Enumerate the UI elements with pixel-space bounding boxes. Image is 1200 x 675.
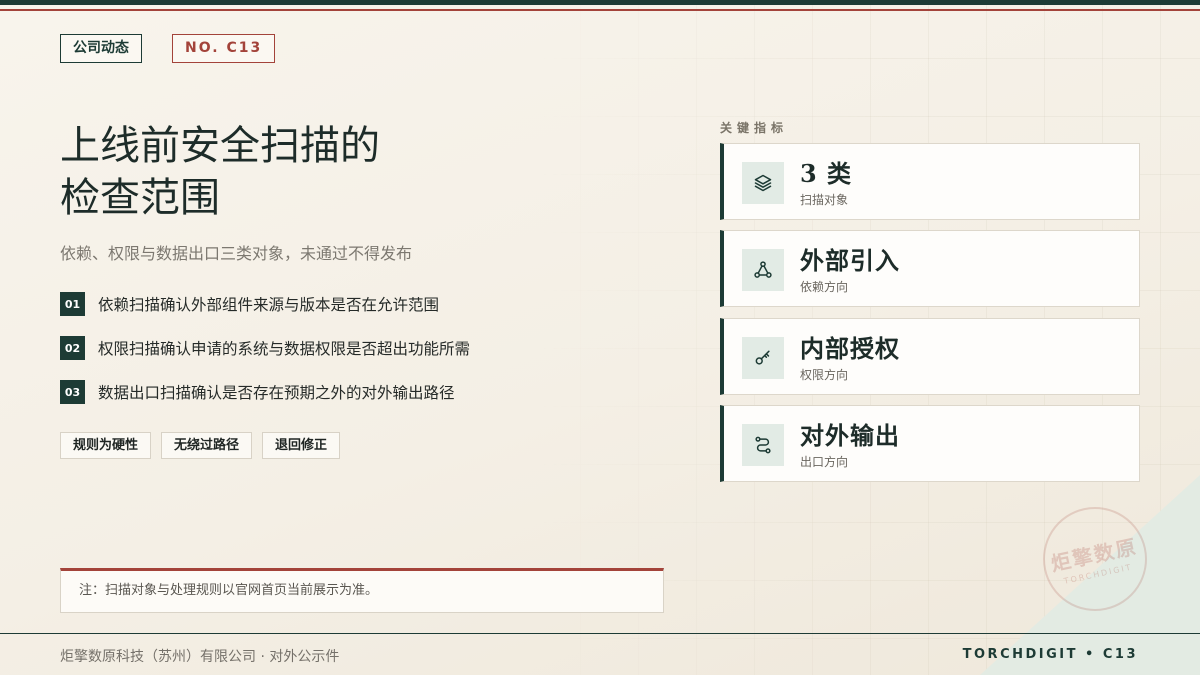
layers-icon: [742, 162, 784, 204]
metric-label: 扫描对象: [800, 193, 849, 207]
metric-card-permission: 内部授权 权限方向: [720, 318, 1140, 395]
metric-card-data-outflow: 对外输出 出口方向: [720, 405, 1140, 482]
top-accent-bar: [0, 0, 1200, 5]
metric-label: 出口方向: [800, 455, 849, 469]
metric-label: 权限方向: [800, 368, 849, 382]
key-points-list: 01 依赖扫描确认外部组件来源与版本是否在允许范围 02 权限扫描确认申请的系统…: [60, 292, 470, 424]
point-text: 权限扫描确认申请的系统与数据权限是否超出功能所需: [98, 340, 471, 358]
title-line-2: 检查范围: [60, 175, 220, 221]
footer-company: 炬擎数原科技（苏州）有限公司 · 对外公示件: [60, 649, 340, 665]
rule-tags: 规则为硬性 无绕过路径 退回修正: [60, 432, 350, 459]
top-accent-line: [0, 9, 1200, 11]
key-point-item: 02 权限扫描确认申请的系统与数据权限是否超出功能所需: [60, 336, 470, 360]
point-number-badge: 03: [60, 380, 85, 404]
document-number-tag: NO. C13: [172, 34, 276, 63]
footer-divider: [0, 633, 1200, 634]
metric-value: 内部授权: [800, 334, 900, 363]
category-tag: 公司动态: [60, 34, 142, 63]
metric-card-dependency: 外部引入 依赖方向: [720, 230, 1140, 307]
point-text: 依赖扫描确认外部组件来源与版本是否在允许范围: [98, 296, 440, 314]
key-point-item: 03 数据出口扫描确认是否存在预期之外的对外输出路径: [60, 380, 470, 404]
metric-value: 对外输出: [800, 421, 900, 450]
page-subtitle: 依赖、权限与数据出口三类对象，未通过不得发布: [60, 244, 413, 263]
footer-code: TORCHDIGIT • C13: [962, 647, 1138, 662]
point-number-badge: 01: [60, 292, 85, 316]
footnote-box: 注：扫描对象与处理规则以官网首页当前展示为准。: [60, 568, 664, 613]
metric-card-scan-objects: 3 类 扫描对象: [720, 143, 1140, 220]
metrics-section-label: 关键指标: [720, 121, 789, 135]
metric-label: 依赖方向: [800, 280, 849, 294]
rule-tag: 退回修正: [262, 432, 341, 459]
route-icon: [742, 424, 784, 466]
key-point-item: 01 依赖扫描确认外部组件来源与版本是否在允许范围: [60, 292, 470, 316]
title-line-1: 上线前安全扫描的: [60, 123, 380, 169]
rule-tag: 规则为硬性: [60, 432, 152, 459]
metric-value: 外部引入: [800, 246, 900, 275]
page-title: 上线前安全扫描的 检查范围: [60, 120, 480, 224]
rule-tag: 无绕过路径: [161, 432, 253, 459]
share-nodes-icon: [742, 249, 784, 291]
point-number-badge: 02: [60, 336, 85, 360]
metric-value: 3 类: [800, 159, 853, 188]
point-text: 数据出口扫描确认是否存在预期之外的对外输出路径: [98, 384, 455, 402]
key-icon: [742, 337, 784, 379]
